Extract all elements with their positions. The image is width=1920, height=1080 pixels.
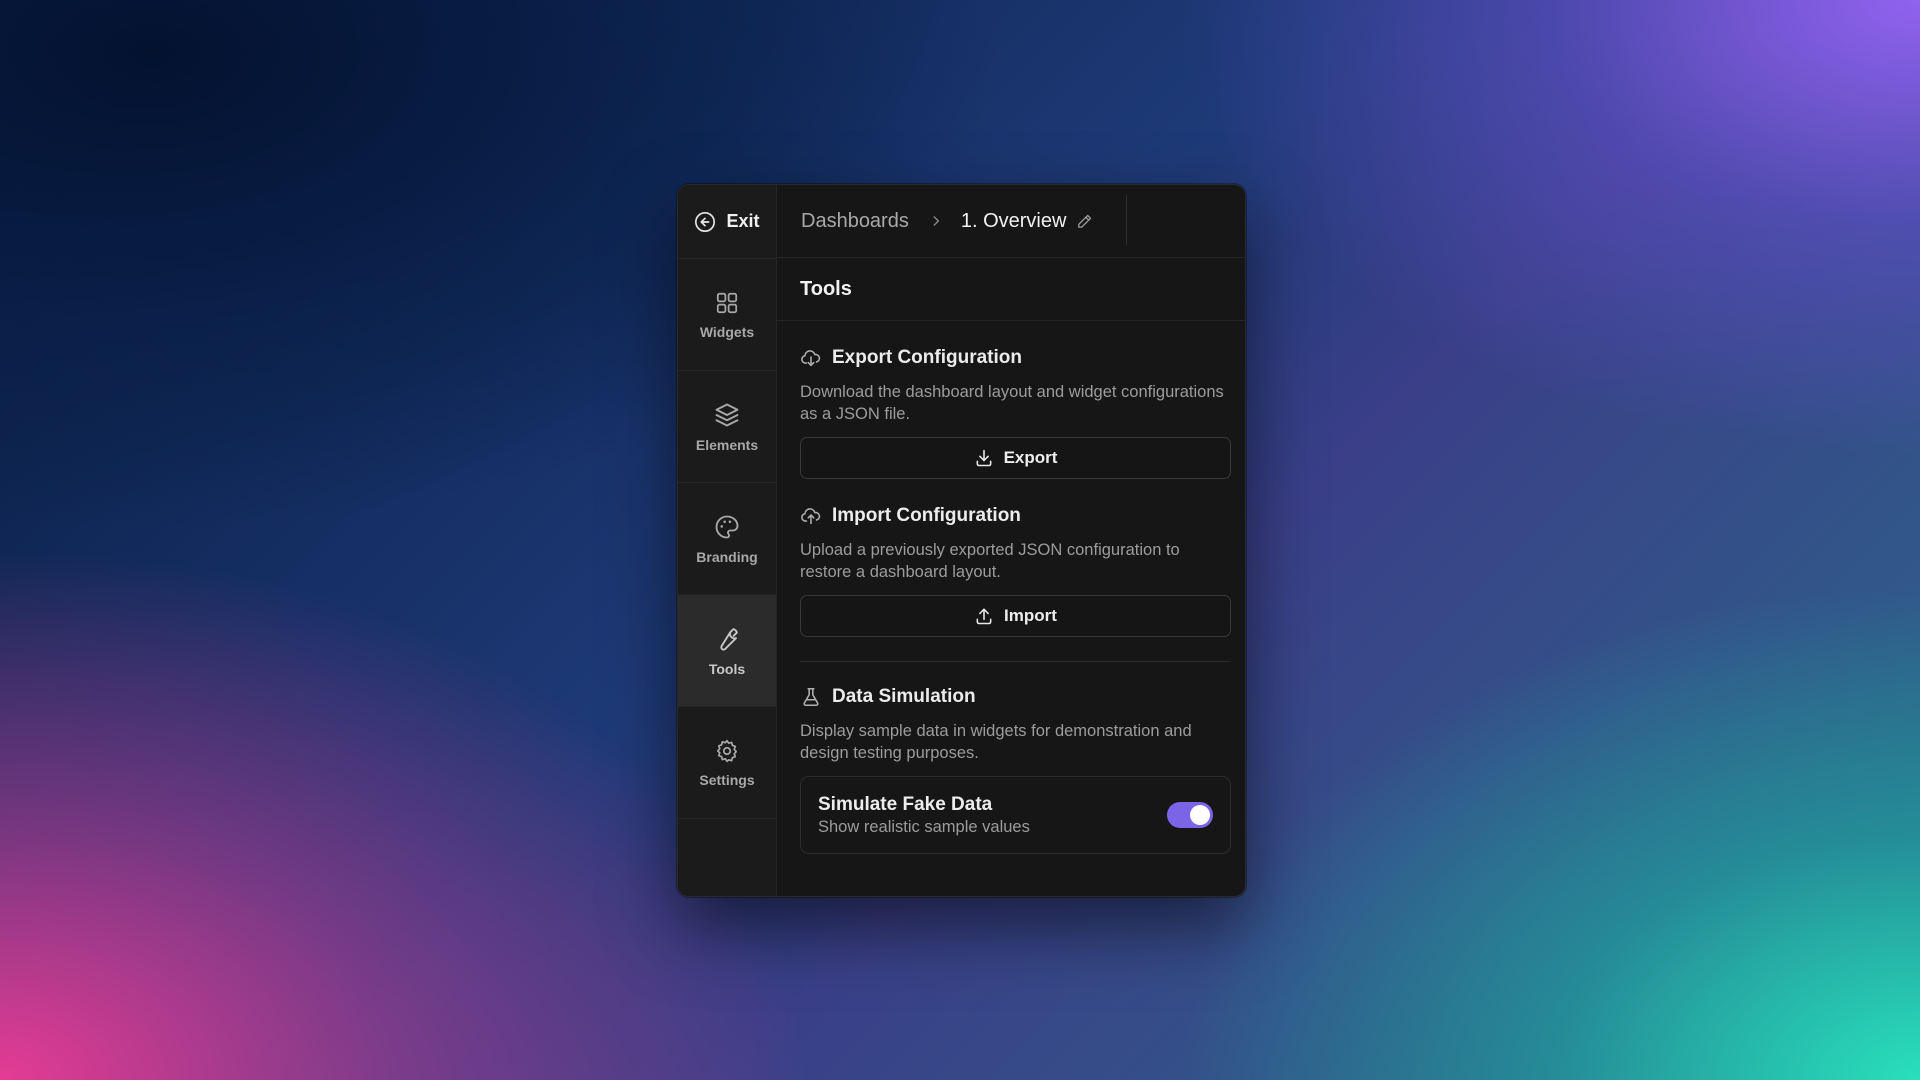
import-description: Upload a previously exported JSON config… — [800, 541, 1180, 581]
export-description: Download the dashboard layout and widget… — [800, 383, 1224, 423]
flask-icon — [800, 686, 822, 708]
header-divider — [1126, 195, 1127, 245]
export-button-label: Export — [1003, 448, 1058, 467]
sidebar-item-widgets[interactable]: Widgets — [678, 259, 776, 371]
layers-icon — [713, 401, 741, 429]
sidebar-item-label: Tools — [708, 660, 746, 677]
import-title: Import Configuration — [832, 505, 1021, 526]
data-simulation-title: Data Simulation — [832, 686, 976, 707]
wrench-icon — [713, 625, 741, 653]
cloud-upload-icon — [800, 505, 822, 527]
data-simulation-description: Display sample data in widgets for demon… — [800, 722, 1192, 762]
pencil-icon[interactable] — [1076, 213, 1093, 230]
sidebar-item-label: Branding — [696, 548, 758, 565]
import-section: Import Configuration Upload a previously… — [777, 501, 1245, 637]
exit-button[interactable]: Exit — [678, 185, 776, 259]
sidebar-item-label: Settings — [699, 771, 755, 788]
exit-label: Exit — [726, 211, 760, 231]
cloud-download-icon — [800, 347, 822, 369]
simulate-fake-data-toggle[interactable] — [1167, 802, 1213, 828]
breadcrumb: Dashboards 1. Overview — [777, 185, 1245, 258]
sidebar-item-label: Elements — [695, 436, 759, 453]
section-divider — [800, 661, 1231, 662]
data-simulation-section: Data Simulation Display sample data in w… — [777, 682, 1245, 854]
breadcrumb-dashboards-link[interactable]: Dashboards — [801, 210, 909, 233]
simulate-fake-data-label: Simulate Fake Data — [818, 793, 993, 815]
export-title: Export Configuration — [832, 347, 1022, 368]
download-icon — [974, 448, 994, 468]
gear-icon — [714, 738, 740, 764]
sidebar-item-settings[interactable]: Settings — [678, 707, 776, 819]
simulate-fake-data-card: Simulate Fake Data Show realistic sample… — [800, 776, 1231, 854]
sidebar: Exit Widgets Elements Branding Tools Set… — [678, 185, 777, 896]
grid-icon — [714, 290, 740, 316]
sidebar-item-label: Widgets — [699, 323, 755, 340]
simulate-fake-data-subtitle: Show realistic sample values — [818, 817, 1030, 836]
import-button-label: Import — [1004, 606, 1057, 625]
sidebar-item-tools[interactable]: Tools — [678, 595, 776, 707]
tools-panel: Tools Export Configuration Download the … — [777, 259, 1245, 896]
arrow-left-circle-icon — [694, 211, 716, 233]
page-title: Tools — [777, 259, 1245, 321]
export-section: Export Configuration Download the dashbo… — [777, 343, 1245, 479]
sidebar-item-elements[interactable]: Elements — [678, 371, 776, 483]
palette-icon — [713, 513, 741, 541]
sidebar-item-branding[interactable]: Branding — [678, 483, 776, 595]
upload-icon — [974, 606, 994, 626]
breadcrumb-current-page: 1. Overview — [960, 209, 1067, 232]
toggle-knob — [1190, 805, 1210, 825]
chevron-right-icon — [929, 214, 943, 228]
export-button[interactable]: Export — [800, 437, 1231, 479]
dashboard-editor-panel: Exit Widgets Elements Branding Tools Set… — [677, 184, 1246, 897]
import-button[interactable]: Import — [800, 595, 1231, 637]
